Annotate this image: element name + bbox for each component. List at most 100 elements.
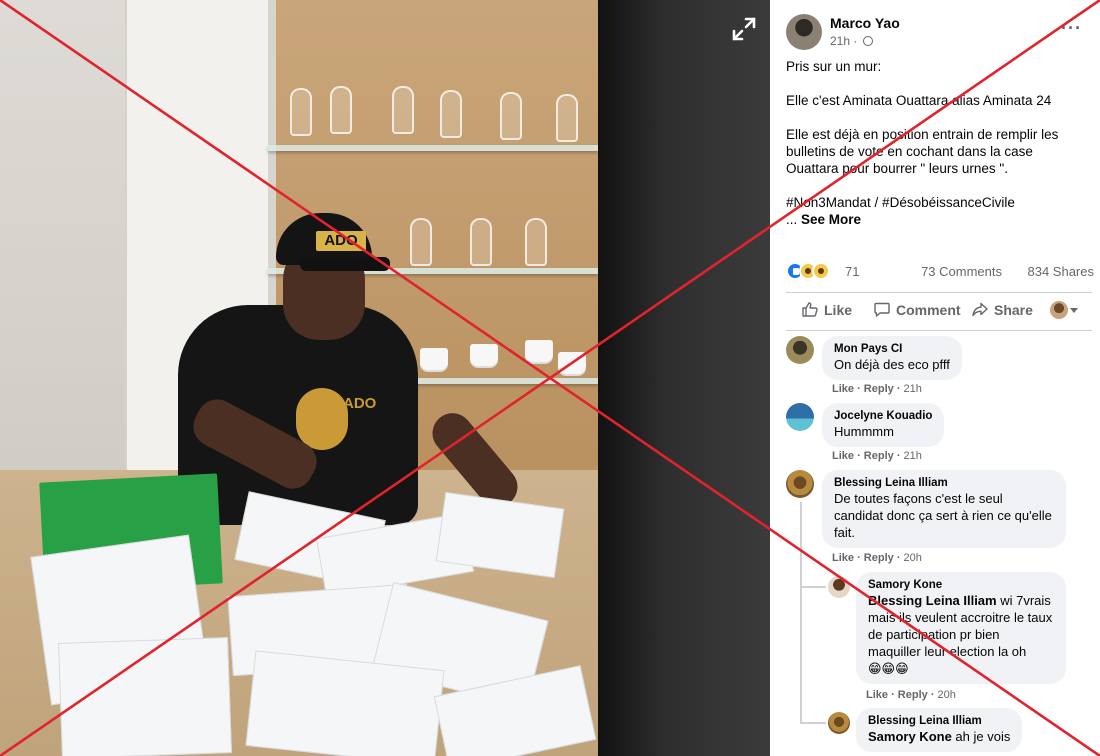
- photo-glass: [525, 218, 547, 266]
- photo-backdrop: [598, 0, 770, 756]
- reply-thread-line: [800, 722, 826, 724]
- comment-author[interactable]: Jocelyne Kouadio: [834, 409, 932, 423]
- photo-cap-label: ADO: [316, 231, 366, 251]
- comment-actions: Like · Reply · 21h: [832, 383, 922, 395]
- comment-actions: Like · Reply · 20h: [832, 552, 922, 564]
- thumbs-up-icon: [802, 302, 818, 317]
- comment-actions: Like · Reply · 21h: [832, 450, 922, 462]
- photo-viewer: ADO ADO: [0, 0, 770, 756]
- comment-as-selector[interactable]: [1050, 301, 1078, 319]
- photo-glass: [500, 92, 522, 140]
- see-more-link[interactable]: See More: [801, 212, 861, 227]
- comment-text: On déjà des eco pfff: [834, 357, 950, 372]
- reaction-count[interactable]: 71: [845, 264, 859, 279]
- photo-glass: [392, 86, 414, 134]
- post-header: Marco Yao 21h · ···: [786, 12, 1096, 52]
- mention-link[interactable]: Samory Kone: [868, 729, 952, 744]
- reply-avatar[interactable]: [828, 712, 850, 734]
- reply-bubble: Blessing Leina Illiam Samory Kone ah je …: [856, 708, 1023, 752]
- comment-bubble: Jocelyne Kouadio Hummmm: [822, 403, 945, 447]
- reply-text: Blessing Leina Illiam wi 7vrais mais ils…: [868, 592, 1054, 677]
- post-hashtags[interactable]: #Non3Mandat / #DésobéissanceCivile: [786, 194, 1082, 211]
- post-photo[interactable]: ADO ADO: [0, 0, 598, 756]
- shares-count[interactable]: 834 Shares: [1028, 264, 1095, 279]
- reply: Samory Kone Blessing Leina Illiam wi 7vr…: [828, 572, 1088, 706]
- comment-bubble: Blessing Leina Illiam De toutes façons c…: [822, 470, 1066, 548]
- photo-glass: [290, 88, 312, 136]
- share-icon: [972, 302, 988, 317]
- comment-text: Hummmm: [834, 424, 894, 439]
- haha-icon[interactable]: [812, 262, 830, 280]
- comment-author[interactable]: Blessing Leina Illiam: [834, 476, 1054, 490]
- see-more-line: ... See More: [786, 211, 1082, 228]
- more-options-button[interactable]: ···: [1061, 18, 1082, 39]
- comment-author[interactable]: Mon Pays CI: [834, 342, 950, 356]
- like-button[interactable]: Like: [802, 302, 852, 318]
- comment: Blessing Leina Illiam De toutes façons c…: [786, 470, 1086, 566]
- comment-avatar[interactable]: [786, 470, 814, 498]
- reply-author[interactable]: Samory Kone: [868, 578, 1054, 592]
- comment-icon: [874, 302, 890, 317]
- post-time[interactable]: 21h: [830, 34, 850, 48]
- chevron-down-icon: [1070, 308, 1078, 313]
- reply: Blessing Leina Illiam Samory Kone ah je …: [828, 708, 1088, 756]
- comment-like-link[interactable]: Like: [832, 552, 854, 564]
- comment-reply-link[interactable]: Reply: [864, 383, 894, 395]
- comment-time: 20h: [903, 552, 922, 564]
- photo-glass: [556, 94, 578, 142]
- reply-avatar[interactable]: [828, 576, 850, 598]
- photo-ballot: [245, 650, 445, 756]
- post-meta: 21h ·: [830, 34, 873, 48]
- comment-label: Comment: [896, 302, 961, 318]
- author-avatar[interactable]: [786, 14, 822, 50]
- photo-ballot: [58, 637, 232, 756]
- comment: Mon Pays CI On déjà des eco pfff Like · …: [786, 336, 1086, 396]
- photo-cup: [558, 352, 586, 374]
- author-name[interactable]: Marco Yao: [830, 15, 900, 31]
- reply-thread-line: [800, 502, 802, 724]
- photo-glass: [440, 90, 462, 138]
- comment-avatar[interactable]: [786, 403, 814, 431]
- photo-shelf: [268, 145, 598, 151]
- post-sidebar: Marco Yao 21h · ··· Pris sur un mur: Ell…: [770, 0, 1100, 756]
- reply-author[interactable]: Blessing Leina Illiam: [868, 714, 1010, 728]
- photo-glass: [410, 218, 432, 266]
- photo-cup: [470, 344, 498, 366]
- photo-cap-brim: [300, 257, 390, 271]
- comment-button[interactable]: Comment: [874, 302, 961, 318]
- share-label: Share: [994, 302, 1033, 318]
- reply-emoji: 😁😁😁: [868, 661, 909, 676]
- post-text-line: Pris sur un mur:: [786, 59, 882, 74]
- photo-cup: [525, 340, 553, 362]
- share-button[interactable]: Share: [972, 302, 1033, 318]
- user-avatar: [1050, 301, 1068, 319]
- reply-bubble: Samory Kone Blessing Leina Illiam wi 7vr…: [856, 572, 1066, 684]
- globe-icon: [862, 36, 873, 46]
- comment-avatar[interactable]: [786, 336, 814, 364]
- photo-wall: [0, 0, 140, 520]
- expand-icon[interactable]: [731, 16, 757, 42]
- post-actions: Like Comment Share: [786, 296, 1094, 326]
- reply-time: 20h: [937, 689, 956, 701]
- comment-time: 21h: [903, 450, 922, 462]
- reply-text: Samory Kone ah je vois: [868, 728, 1010, 745]
- comment-time: 21h: [903, 383, 922, 395]
- divider: [786, 292, 1092, 293]
- comments-count[interactable]: 73 Comments: [921, 264, 1002, 279]
- comment-reply-link[interactable]: Reply: [864, 552, 894, 564]
- photo-shirt-logo: [296, 388, 348, 450]
- reply-body: ah je vois: [951, 729, 1011, 744]
- ellipsis: ...: [786, 212, 802, 227]
- reply-like-link[interactable]: Like: [866, 689, 888, 701]
- photo-glass: [470, 218, 492, 266]
- comment-text: De toutes façons c'est le seul candidat …: [834, 491, 1052, 540]
- comment-like-link[interactable]: Like: [832, 450, 854, 462]
- comment-reply-link[interactable]: Reply: [864, 450, 894, 462]
- reply-thread-line: [800, 586, 826, 588]
- photo-cup: [420, 348, 448, 370]
- comment-like-link[interactable]: Like: [832, 383, 854, 395]
- mention-link[interactable]: Blessing Leina Illiam: [868, 593, 997, 608]
- divider: [786, 330, 1092, 331]
- reply-reply-link[interactable]: Reply: [898, 689, 928, 701]
- reactions-summary: 71 73 Comments 834 Shares: [786, 262, 1094, 282]
